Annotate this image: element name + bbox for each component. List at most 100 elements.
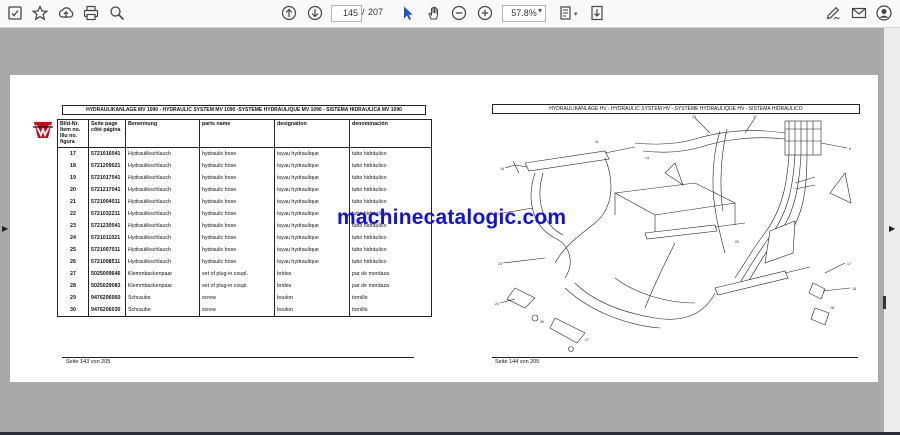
svg-text:6: 6 xyxy=(849,147,851,151)
name-en: screw xyxy=(199,304,275,317)
item-number: 25 xyxy=(57,244,89,256)
name-en: hydraulic hose xyxy=(199,220,275,232)
zoom-in-icon[interactable] xyxy=(476,4,494,22)
item-number: 29 xyxy=(57,292,89,304)
name-es: tubo hidráulico xyxy=(349,172,432,184)
table-row: 28 5025029083 Klemmbackenpaar set of plug-i… xyxy=(57,280,432,292)
chevron-right-icon[interactable]: ▶ xyxy=(2,224,8,233)
left-page-footer: Seite 143 von 205 xyxy=(66,359,111,365)
name-en: hydraulic hose xyxy=(199,244,275,256)
zoom-search-icon[interactable] xyxy=(108,4,126,22)
name-fr: boulon xyxy=(274,304,350,317)
scrollbar-thumb[interactable] xyxy=(883,296,886,309)
print-icon[interactable] xyxy=(82,4,100,22)
name-es: tornillo xyxy=(349,292,432,304)
item-number: 22 xyxy=(57,208,89,220)
item-number: 21 xyxy=(57,196,89,208)
part-number: 5721004011 xyxy=(88,196,126,208)
name-de: Hydraulikschlauch xyxy=(125,184,200,196)
name-de: Schraube xyxy=(125,304,200,317)
right-page-footer: Seite 144 von 205 xyxy=(495,359,540,365)
name-en: set of plug-in coupl. xyxy=(199,268,275,280)
footer-rule xyxy=(492,357,858,358)
table-row: 19 5721017041 Hydraulikschlauch hydraulic h… xyxy=(57,172,432,184)
svg-text:23: 23 xyxy=(498,262,502,266)
part-number: 5721016041 xyxy=(88,147,126,160)
name-fr: tuyau hydraulique xyxy=(274,184,350,196)
name-en: hydraulic hose xyxy=(199,208,275,220)
name-en: set of plug-in coupl. xyxy=(199,280,275,292)
name-en: hydraulic hose xyxy=(199,196,275,208)
name-fr: tuyau hydraulique xyxy=(274,172,350,184)
name-de: Hydraulikschlauch xyxy=(125,147,200,160)
upload-icon[interactable] xyxy=(57,4,75,22)
footer-rule xyxy=(62,357,414,358)
hand-tool-icon[interactable] xyxy=(425,4,443,22)
page-up-icon[interactable] xyxy=(280,4,298,22)
page-total: 207 xyxy=(368,7,384,17)
scroll-mode-icon[interactable] xyxy=(588,4,606,22)
name-de: Hydraulikschlauch xyxy=(125,208,200,220)
part-number: 5721217041 xyxy=(88,184,126,196)
page-number-input[interactable]: 145 xyxy=(331,5,362,22)
item-number: 28 xyxy=(57,280,89,292)
part-number: 5721017041 xyxy=(88,172,126,184)
svg-text:17: 17 xyxy=(847,262,851,266)
name-de: Hydraulikschlauch xyxy=(125,220,200,232)
name-fr: tuyau hydraulique xyxy=(274,147,350,160)
svg-text:27: 27 xyxy=(585,338,589,342)
name-de: Hydraulikschlauch xyxy=(125,256,200,268)
name-de: Schraube xyxy=(125,292,200,304)
name-de: Hydraulikschlauch xyxy=(125,244,200,256)
name-en: hydraulic hose xyxy=(199,256,275,268)
item-number: 27 xyxy=(57,268,89,280)
name-en: screw xyxy=(199,292,275,304)
svg-text:22: 22 xyxy=(753,115,757,119)
part-number: 5721008511 xyxy=(88,256,126,268)
account-icon[interactable] xyxy=(875,4,893,22)
name-es: tubo hidráulico xyxy=(349,160,432,172)
item-number: 30 xyxy=(57,304,89,317)
part-number: 9476206030 xyxy=(88,304,126,317)
left-page-header: HYDRAULIKANLAGE MV 1090 - HYDRAULIC SYST… xyxy=(62,105,426,115)
name-es: tubo hidráulico xyxy=(349,256,432,268)
column-header: Seite page côté página xyxy=(88,119,126,148)
table-row: 25 5721007011 Hydraulikschlauch hydraulic h… xyxy=(57,244,432,256)
name-en: hydraulic hose xyxy=(199,232,275,244)
svg-text:30: 30 xyxy=(540,320,544,324)
page-down-icon[interactable] xyxy=(306,4,324,22)
email-icon[interactable] xyxy=(850,4,868,22)
part-number: 5721209021 xyxy=(88,160,126,172)
table-row: 20 5721217041 Hydraulikschlauch hydraulic h… xyxy=(57,184,432,196)
select-cursor-icon[interactable] xyxy=(399,4,417,22)
name-fr: tuyau hydraulique xyxy=(274,256,350,268)
chevron-right-icon[interactable]: ▶ xyxy=(889,224,895,233)
column-header: denominación xyxy=(349,119,432,148)
name-fr: boulon xyxy=(274,292,350,304)
fit-page-icon[interactable] xyxy=(557,4,575,22)
item-number: 19 xyxy=(57,172,89,184)
svg-text:29: 29 xyxy=(692,115,696,119)
column-header: designation xyxy=(274,119,350,148)
part-number: 5721032211 xyxy=(88,208,126,220)
name-en: hydraulic hose xyxy=(199,184,275,196)
name-en: hydraulic hose xyxy=(199,160,275,172)
name-de: Hydraulikschlauch xyxy=(125,196,200,208)
table-row: 24 5721011021 Hydraulikschlauch hydraulic h… xyxy=(57,232,432,244)
name-fr: brides xyxy=(274,268,350,280)
column-header: parts name xyxy=(199,119,275,148)
chevron-down-icon[interactable]: ▾ xyxy=(538,6,542,15)
sign-icon[interactable] xyxy=(824,4,842,22)
table-row: 26 5721008511 Hydraulikschlauch hydraulic h… xyxy=(57,256,432,268)
part-number: 5721011021 xyxy=(88,232,126,244)
chevron-down-icon[interactable]: ▾ xyxy=(574,10,578,18)
item-number: 26 xyxy=(57,256,89,268)
name-fr: tuyau hydraulique xyxy=(274,232,350,244)
table-row: 17 5721016041 Hydraulikschlauch hydraulic h… xyxy=(57,147,432,160)
bookmark-icon[interactable] xyxy=(6,4,24,22)
svg-text:24: 24 xyxy=(495,302,499,306)
manufacturer-logo xyxy=(33,122,53,138)
zoom-out-icon[interactable] xyxy=(450,4,468,22)
star-icon[interactable] xyxy=(31,4,49,22)
name-en: hydraulic hose xyxy=(199,172,275,184)
